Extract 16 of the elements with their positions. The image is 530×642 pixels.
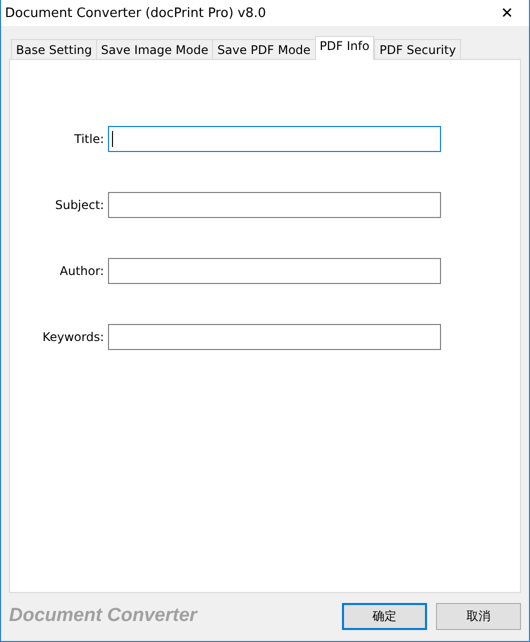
dialog-button[interactable]: 取消: [436, 602, 521, 630]
tab[interactable]: PDF Info: [314, 36, 374, 60]
input-field[interactable]: [108, 258, 441, 284]
tab[interactable]: Save Image Mode: [96, 39, 214, 59]
field-label: Author:: [58, 264, 105, 278]
input-field[interactable]: [108, 324, 441, 350]
dialog-button[interactable]: 确定: [342, 602, 427, 630]
input-field[interactable]: [108, 126, 441, 152]
app-brand: Document Converter: [9, 605, 197, 627]
window-title: Document Converter (docPrint Pro) v8.0: [5, 6, 266, 20]
tab[interactable]: Base Setting: [11, 39, 98, 59]
input-field[interactable]: [108, 192, 441, 218]
field-label: Keywords:: [41, 330, 105, 344]
field-label: Subject:: [54, 198, 105, 212]
tab[interactable]: PDF Security: [374, 39, 461, 59]
field-label: Title:: [73, 132, 105, 146]
